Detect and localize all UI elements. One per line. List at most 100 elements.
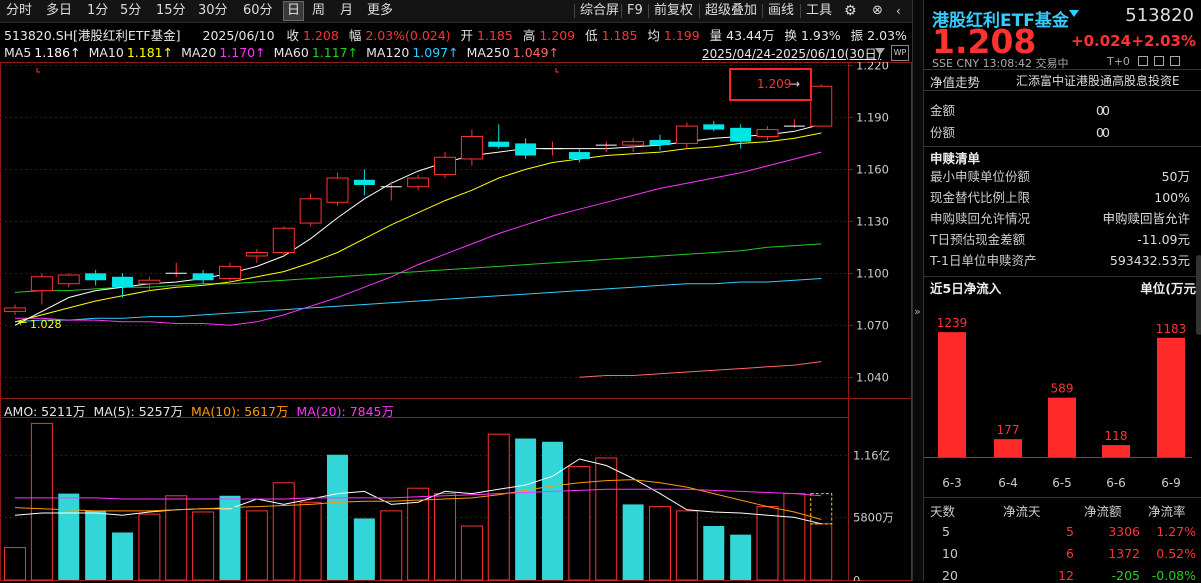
volume-legend: AMO: 5211万 MA(5): 5257万 MA(10): 5617万 MA…	[4, 401, 394, 420]
toolbar-separator	[648, 4, 649, 18]
expand-panel-icon[interactable]: »	[914, 305, 921, 318]
change-value: 2.03%(0.024)	[365, 28, 451, 43]
panel-scrollbar[interactable]	[1196, 255, 1201, 335]
volume-bar	[434, 493, 456, 581]
kline-chart[interactable]: 1.220 1.190 1.160 1.130 1.100 1.070 1.040 1.16亿…	[0, 62, 912, 581]
volume-label: 量	[709, 28, 723, 43]
candle-body	[272, 227, 295, 254]
candle-body	[622, 141, 645, 146]
price-axis-label: 1.130	[856, 215, 889, 229]
toolbar-tool-0[interactable]: 综合屏	[580, 2, 619, 20]
inflow-value-label: 177	[997, 423, 1020, 437]
ma-legend-label: MA250	[466, 45, 510, 60]
subscribe-value: 100%	[1154, 190, 1190, 205]
subscribe-value: 申购赎回皆允许	[1102, 211, 1190, 226]
row-value-2: 0	[1102, 125, 1110, 140]
period-tab-9[interactable]: 月	[340, 2, 353, 20]
period-tab-0[interactable]: 分时	[6, 2, 32, 20]
settings-gear-icon[interactable]: ⚙	[844, 2, 857, 20]
amplitude-label: 振	[850, 28, 864, 43]
turnover-value: 1.93%	[800, 28, 841, 43]
vol-ma5-label: MA(5):	[93, 404, 135, 419]
period-toolbar: 分时 多日 1分 5分 15分 30分 60分日周月更多 综合屏 F9 前复权 超级叠加 画线 工具 ⚙ ⊗…	[0, 0, 912, 23]
ma-legend-value: 1.049↑	[512, 45, 560, 60]
volume-bar	[380, 510, 403, 581]
inflow-category-label: 6-9	[1161, 476, 1181, 490]
volume-bar	[327, 454, 348, 580]
quote-header: 513820.SH[港股红利ETF基金] 2025/06/10 收 1.208 …	[4, 25, 907, 44]
toolbar-tool-5[interactable]: 工具	[806, 2, 832, 20]
subscribe-label: 申购赎回允许情况	[930, 211, 1031, 226]
tab-nav-trend[interactable]: 净值走势	[930, 72, 980, 91]
volume-axis-label: 1.16亿	[853, 449, 890, 463]
inflow-bar	[994, 439, 1022, 457]
info-box-icon[interactable]	[1170, 56, 1180, 66]
price-axis-label: 1.070	[856, 319, 889, 333]
volume-bar	[542, 441, 563, 580]
ma-legend-value: 1.170↑	[219, 45, 266, 60]
toolbar-separator	[800, 4, 801, 18]
period-tab-6[interactable]: 60分	[243, 2, 273, 20]
candle-body	[138, 279, 161, 285]
candle-body	[810, 85, 833, 127]
price-axis-label: 1.040	[856, 371, 889, 385]
period-tab-8[interactable]: 周	[312, 2, 325, 20]
period-tab-2[interactable]: 1分	[87, 2, 108, 20]
vol-ma5-value: 5257万	[138, 404, 184, 419]
toolbar-separator	[762, 4, 763, 18]
volume-bar	[810, 523, 833, 581]
info-box-icon[interactable]	[1138, 56, 1148, 66]
index-name[interactable]: 汇添富中证港股通高股息投资E	[1016, 72, 1196, 89]
candle-body	[460, 135, 483, 160]
top-tick-left	[36, 68, 40, 73]
toolbar-tool-1[interactable]: F9	[627, 2, 643, 20]
volume-axis-label: 5800万	[853, 511, 894, 525]
candle-body	[299, 198, 322, 224]
chevron-left-icon[interactable]: ‹	[896, 2, 901, 20]
quote-side-panel: 港股红利ETF基金 513820 1.208 +0.024 +2.03% SSE…	[923, 0, 1201, 583]
wp-badge-icon[interactable]: WP	[891, 45, 909, 61]
period-tab-7[interactable]: 日	[283, 1, 305, 21]
volume-bar	[703, 526, 725, 580]
high-value: 1.209	[539, 28, 576, 43]
period-tab-5[interactable]: 30分	[198, 2, 228, 20]
volume-bar	[272, 482, 295, 581]
volume-bar	[245, 510, 268, 581]
toolbar-tool-3[interactable]: 超级叠加	[705, 2, 757, 20]
amplitude-value: 2.03%	[867, 28, 907, 43]
volume-bar	[487, 433, 510, 581]
subscribe-row: T日预估现金差额 -11.09元	[930, 230, 1196, 250]
candle-body	[219, 265, 241, 279]
price-axis-label: 1.190	[856, 111, 889, 125]
subscribe-row: 最小申赎单位份额 50万	[930, 167, 1196, 187]
period-tab-1[interactable]: 多日	[46, 2, 72, 20]
table-cell: 5	[942, 524, 950, 539]
toolbar-tool-2[interactable]: 前复权	[654, 2, 693, 20]
low-label: 低	[585, 28, 598, 43]
toolbar-tool-4[interactable]: 画线	[768, 2, 794, 20]
table-cell: 1372	[1108, 546, 1140, 561]
ma10-line	[14, 132, 822, 323]
fund-dropdown-icon[interactable]	[1069, 10, 1079, 17]
candle-body	[353, 179, 375, 185]
price-change: +0.024	[1071, 32, 1132, 50]
period-tab-10[interactable]: 更多	[367, 2, 393, 20]
row-label: 份额	[930, 125, 956, 140]
ma-legend-value: 1.186↑	[34, 45, 81, 60]
candle-body	[407, 177, 430, 188]
info-box-icon[interactable]	[1154, 56, 1164, 66]
range-dropdown-icon[interactable]	[875, 48, 885, 55]
price-axis-label: 1.160	[856, 163, 889, 177]
open-label: 开	[460, 28, 474, 43]
close-label: 收	[286, 28, 300, 43]
row-value-2: 0	[1102, 103, 1110, 118]
avg-value: 1.199	[663, 28, 700, 43]
t0-label: T+0	[1107, 55, 1130, 68]
open-value: 1.185	[477, 28, 513, 43]
date-range[interactable]: 2025/04/24-2025/06/10(30日)	[702, 45, 881, 62]
volume-axis-label: 0	[853, 574, 860, 582]
ma-legend-value: 1.117↑	[311, 45, 359, 60]
close-icon[interactable]: ⊗	[872, 2, 883, 20]
period-tab-3[interactable]: 5分	[120, 2, 141, 20]
period-tab-4[interactable]: 15分	[156, 2, 186, 20]
